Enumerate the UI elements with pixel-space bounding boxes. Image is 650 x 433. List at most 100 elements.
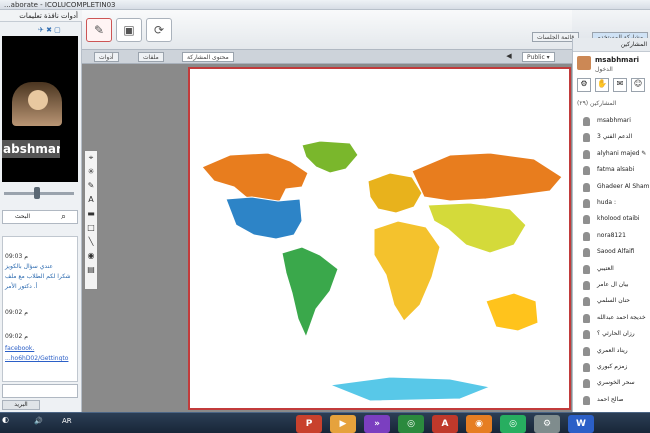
participant-name: بيان ال عامر bbox=[597, 281, 629, 288]
status-icon[interactable]: ☺ bbox=[631, 78, 645, 92]
africa-region bbox=[373, 220, 441, 322]
participant-name: صالح احمد bbox=[597, 395, 624, 403]
chat-link[interactable]: ...ho6hD02/Gettingto bbox=[5, 355, 68, 362]
search-button[interactable]: البحث bbox=[15, 213, 30, 220]
user-icon bbox=[583, 166, 590, 176]
taskbar-app-icon[interactable]: ◉ bbox=[466, 415, 492, 433]
moderator-card: msabhmari الدخول bbox=[575, 54, 649, 76]
presentation-slide[interactable] bbox=[188, 67, 571, 410]
search-field[interactable]: ⌕ البحث bbox=[2, 210, 78, 224]
chat-input[interactable] bbox=[2, 384, 78, 398]
user-icon bbox=[583, 199, 590, 208]
presenter-video: abshmari bbox=[2, 36, 78, 182]
line-tool-icon[interactable]: ╲ bbox=[85, 235, 97, 249]
participant-row[interactable]: زمزم كبوري bbox=[573, 360, 650, 374]
content-tabstrip: أدوات ملفات محتوى المشاركة Public ▾ ◀ bbox=[82, 50, 572, 64]
start-icon[interactable]: ◐ bbox=[2, 415, 10, 424]
taskbar-app-icon[interactable]: P bbox=[296, 415, 322, 433]
participant-row[interactable]: msabhmari bbox=[573, 114, 650, 128]
user-icon bbox=[583, 133, 590, 143]
participant-name: حنان السلمي bbox=[597, 297, 630, 305]
greenland-region bbox=[301, 140, 359, 174]
participant-row[interactable]: fatma alsabi bbox=[573, 163, 650, 177]
avatar bbox=[577, 56, 591, 70]
south-america-region bbox=[281, 246, 339, 339]
participant-row[interactable]: العتيبي bbox=[573, 262, 650, 276]
chat-icon[interactable]: ✉ bbox=[613, 78, 627, 92]
participant-row[interactable]: Saood Alfaifi bbox=[573, 245, 650, 259]
pointer-tool-icon[interactable]: ✳ bbox=[85, 165, 97, 179]
search-icon[interactable]: ⌕ bbox=[61, 212, 66, 222]
video-controls-icon[interactable]: ✈ ✖ ▢ bbox=[38, 26, 78, 34]
pen-tool-icon[interactable]: ✎ bbox=[85, 179, 97, 193]
tab-share[interactable]: ملفات bbox=[138, 52, 164, 62]
participant-name: خديجة احمد عبدالله bbox=[597, 313, 646, 321]
participant-row[interactable]: ريناد العمري bbox=[573, 344, 650, 358]
participant-row[interactable]: kholood otaibi bbox=[573, 212, 650, 226]
participant-row[interactable]: خديجة احمد عبدالله bbox=[573, 311, 650, 325]
participant-row[interactable]: alyhani majed ✎ bbox=[573, 147, 650, 161]
chat-time: 09:02 م bbox=[5, 333, 28, 340]
chat-message: شكرا لكم الطلاب مع ملف bbox=[5, 273, 71, 280]
user-icon bbox=[583, 182, 590, 192]
taskbar-app-icon[interactable]: W bbox=[568, 415, 594, 433]
world-map bbox=[201, 140, 563, 402]
select-tool-icon[interactable]: ⌖ bbox=[85, 151, 97, 165]
taskbar-app-icon[interactable]: ◎ bbox=[398, 415, 424, 433]
public-dropdown[interactable]: Public ▾ bbox=[522, 52, 555, 62]
tab-presentation[interactable]: أدوات bbox=[94, 52, 119, 62]
slider-handle[interactable] bbox=[34, 187, 40, 199]
volume-slider[interactable] bbox=[4, 184, 76, 204]
chat-link[interactable]: facebook. bbox=[5, 345, 34, 352]
speaker-icon[interactable]: 🔊 bbox=[34, 417, 43, 425]
window-icon[interactable]: ▣ bbox=[116, 18, 142, 42]
participant-row[interactable]: Ghadeer Al Shamrani bbox=[573, 180, 650, 194]
user-icon bbox=[583, 264, 590, 274]
taskbar-app-icon[interactable]: A bbox=[432, 415, 458, 433]
taskbar-app-icon[interactable]: ▶ bbox=[330, 415, 356, 433]
participant-name: alyhani majed ✎ bbox=[597, 149, 647, 157]
menu-bar[interactable]: أدوات نافذة تعليمات bbox=[0, 10, 82, 22]
main-toolbar: ✎ ▣ ⟳ bbox=[82, 10, 572, 50]
taskbar-app-icon[interactable]: ◎ bbox=[500, 415, 526, 433]
taskbar-app-icon[interactable]: ⚙ bbox=[534, 415, 560, 433]
participant-row[interactable]: حنان السلمي bbox=[573, 294, 650, 308]
moderator-name: msabhmari bbox=[595, 56, 640, 64]
user-icon bbox=[583, 297, 590, 307]
language-indicator[interactable]: AR bbox=[62, 417, 72, 425]
participants-header: المشاركين bbox=[573, 38, 650, 52]
prev-icon[interactable]: ◀ bbox=[502, 52, 516, 62]
participant-row[interactable]: رزان الحارثي ؟ bbox=[573, 327, 650, 341]
user-icon bbox=[583, 248, 590, 258]
file-dropdown[interactable]: محتوى المشاركة bbox=[182, 52, 234, 62]
presenter-face bbox=[28, 90, 48, 110]
hand-icon[interactable]: ✋ bbox=[595, 78, 609, 92]
user-icon bbox=[583, 117, 590, 126]
settings-icon[interactable]: ⚙ bbox=[577, 78, 591, 92]
australia-region bbox=[485, 292, 539, 332]
participant-row[interactable]: بيان ال عامر bbox=[573, 278, 650, 292]
participant-actions: ⚙ ✋ ✉ ☺ bbox=[575, 78, 649, 94]
moderator-role: الدخول bbox=[595, 66, 613, 73]
user-icon bbox=[583, 149, 590, 159]
text-tool-icon[interactable]: A bbox=[85, 193, 97, 207]
participant-row[interactable]: huda : bbox=[573, 196, 650, 210]
participant-row[interactable]: nora8121 bbox=[573, 229, 650, 243]
whiteboard-icon[interactable]: ✎ bbox=[86, 18, 112, 42]
fill-tool-icon[interactable]: ▬ bbox=[85, 207, 97, 221]
status-label[interactable]: البريد bbox=[2, 400, 40, 410]
user-icon bbox=[583, 231, 590, 241]
participant-row[interactable]: سحر الخوسري bbox=[573, 376, 650, 390]
participant-row[interactable]: الدعم الفني 3 bbox=[573, 130, 650, 144]
participants-panel: المشاركين msabhmari الدخول ⚙ ✋ ✉ ☺ المشا… bbox=[572, 38, 650, 412]
participant-row[interactable]: صالح احمد bbox=[573, 393, 650, 407]
presenter-name: abshmari bbox=[2, 140, 60, 158]
camera-tool-icon[interactable]: ◉ bbox=[85, 249, 97, 263]
taskbar-app-icon[interactable]: » bbox=[364, 415, 390, 433]
user-icon bbox=[583, 363, 590, 372]
asia-region bbox=[427, 202, 527, 254]
participant-name: huda : bbox=[597, 199, 617, 206]
clip-tool-icon[interactable]: ▤ bbox=[85, 263, 97, 277]
share-icon[interactable]: ⟳ bbox=[146, 18, 172, 42]
rect-tool-icon[interactable]: □ bbox=[85, 221, 97, 235]
